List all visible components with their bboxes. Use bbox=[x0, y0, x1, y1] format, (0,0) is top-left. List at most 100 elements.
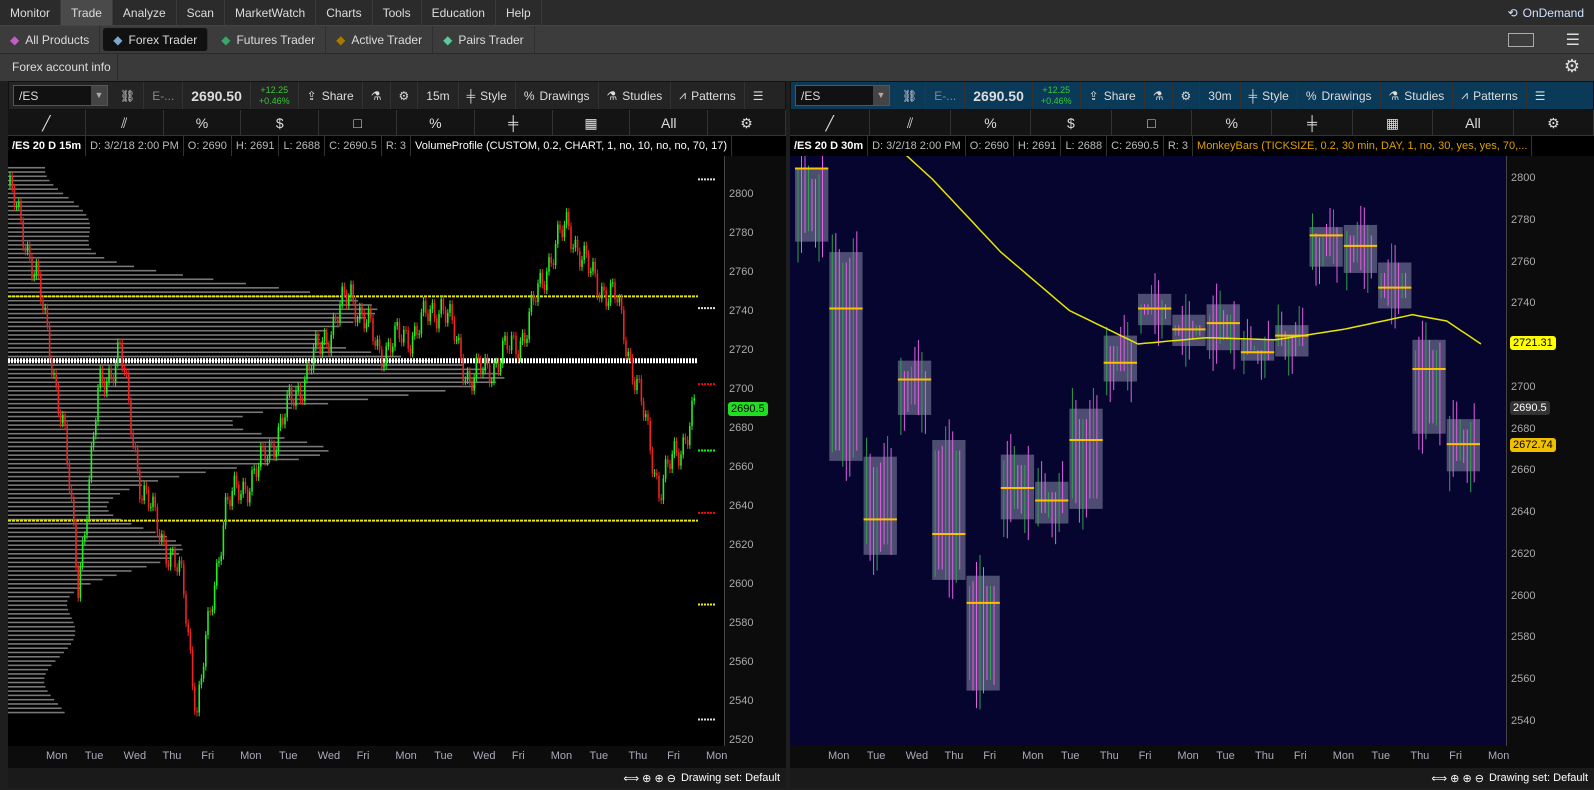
symbol-description: E-... bbox=[926, 82, 966, 109]
price-axis[interactable]: 2800278027602740272027002680266026402620… bbox=[1506, 156, 1594, 746]
candle bbox=[295, 390, 297, 406]
menu-help[interactable]: Help bbox=[496, 0, 542, 25]
link-icon[interactable]: ⛓ bbox=[894, 82, 927, 109]
candle bbox=[664, 459, 667, 479]
menu-marketwatch[interactable]: MarketWatch bbox=[225, 0, 317, 25]
volume-profile-bar bbox=[8, 707, 62, 710]
grid-tool-icon[interactable]: ▦ bbox=[553, 110, 631, 135]
candle-tool-icon[interactable]: ╪ bbox=[475, 110, 553, 135]
gear-icon[interactable]: ⚙ bbox=[1564, 56, 1580, 77]
candle bbox=[11, 175, 13, 189]
volume-profile-bar bbox=[8, 553, 180, 555]
volume-profile-bar bbox=[8, 226, 91, 229]
tab-forex-trader[interactable]: ◆ Forex Trader bbox=[103, 28, 209, 51]
candle bbox=[191, 650, 194, 687]
tab-all-products[interactable]: ◆ All Products bbox=[0, 26, 101, 53]
dropdown-icon[interactable]: ▼ bbox=[91, 86, 107, 105]
price-level-tool-icon[interactable]: $ bbox=[241, 110, 320, 135]
volume-profile-bar bbox=[8, 673, 46, 675]
x-tick: Mon bbox=[1332, 750, 1355, 762]
candle bbox=[323, 332, 326, 341]
zoom-icons[interactable]: ⟺ ⊕ ⊕ ⊖ bbox=[623, 772, 676, 785]
tab-pairs-trader[interactable]: ◆ Pairs Trader bbox=[433, 26, 535, 53]
fibonacci-tool-icon[interactable]: % bbox=[951, 110, 1032, 135]
tab-forex-account-info[interactable]: Forex account info bbox=[0, 54, 118, 81]
volume-profile-bar bbox=[8, 668, 49, 671]
studies-button[interactable]: ⚗ Studies bbox=[1381, 82, 1454, 109]
layout-icon[interactable] bbox=[1508, 33, 1534, 47]
x-tick: Tue bbox=[1371, 750, 1391, 762]
candle bbox=[385, 346, 387, 366]
menu-charts[interactable]: Charts bbox=[316, 0, 373, 25]
menu-icon[interactable]: ☰ bbox=[745, 82, 772, 109]
menu-analyze[interactable]: Analyze bbox=[113, 0, 177, 25]
candle bbox=[205, 635, 207, 667]
dropdown-icon[interactable]: ▼ bbox=[873, 86, 889, 105]
menu-scan[interactable]: Scan bbox=[177, 0, 225, 25]
tab-active-trader[interactable]: ◆ Active Trader bbox=[326, 26, 434, 53]
flask-icon[interactable]: ⚗ bbox=[363, 82, 391, 109]
rectangle-tool-icon[interactable]: □ bbox=[1112, 110, 1193, 135]
gear-icon[interactable]: ⚙ bbox=[391, 82, 419, 109]
symbol-input[interactable]: /ES ▼ bbox=[13, 85, 108, 106]
drawing-set-label[interactable]: Drawing set: Default bbox=[681, 772, 780, 784]
gear-tool-icon[interactable]: ⚙ bbox=[708, 110, 786, 135]
line-tool-icon[interactable]: ╱ bbox=[8, 110, 86, 135]
share-button[interactable]: ⇪ Share bbox=[1081, 82, 1145, 109]
y-tick: 2700 bbox=[1511, 380, 1536, 393]
all-tool-icon[interactable]: All bbox=[1433, 110, 1514, 135]
percent-tool-icon[interactable]: % bbox=[1192, 110, 1273, 135]
drawing-set-label[interactable]: Drawing set: Default bbox=[1489, 772, 1588, 784]
patterns-button[interactable]: ⩘ Patterns bbox=[671, 82, 745, 109]
timeframe-button[interactable]: 15m bbox=[418, 82, 459, 109]
candle bbox=[211, 609, 214, 612]
symbol-input[interactable]: /ES ▼ bbox=[795, 85, 890, 106]
volume-profile-bar bbox=[8, 287, 279, 289]
fibonacci-tool-icon[interactable]: % bbox=[164, 110, 242, 135]
gear-icon[interactable]: ⚙ bbox=[1173, 82, 1201, 109]
chart-area[interactable]: 2800278027602740272027002680266026402620… bbox=[8, 156, 786, 746]
flask-icon[interactable]: ⚗ bbox=[1145, 82, 1173, 109]
menu-trade[interactable]: Trade bbox=[61, 0, 113, 25]
info-r: R: 3 bbox=[1164, 136, 1194, 156]
gear-tool-icon[interactable]: ⚙ bbox=[1514, 110, 1594, 135]
candle bbox=[449, 304, 451, 313]
ondemand-button[interactable]: ⟲ OnDemand bbox=[1508, 0, 1584, 26]
parallel-lines-tool-icon[interactable]: ⫽ bbox=[870, 110, 951, 135]
menu-icon[interactable]: ☰ bbox=[1527, 82, 1554, 109]
candle bbox=[678, 452, 680, 466]
studies-button[interactable]: ⚗ Studies bbox=[599, 82, 672, 109]
zoom-icons[interactable]: ⟺ ⊕ ⊕ ⊖ bbox=[1431, 772, 1484, 785]
candle bbox=[53, 373, 55, 375]
candle bbox=[352, 284, 354, 302]
drawings-button[interactable]: % Drawings bbox=[1298, 82, 1381, 109]
style-button[interactable]: ╪ Style bbox=[459, 82, 516, 109]
tab-futures-trader[interactable]: ◆ Futures Trader bbox=[211, 26, 327, 53]
percent-tool-icon[interactable]: % bbox=[397, 110, 475, 135]
volume-profile-bar bbox=[8, 299, 359, 302]
parallel-lines-tool-icon[interactable]: ⫽ bbox=[86, 110, 164, 135]
timeframe-button[interactable]: 30m bbox=[1200, 82, 1241, 109]
menu-education[interactable]: Education bbox=[422, 0, 496, 25]
patterns-button[interactable]: ⩘ Patterns bbox=[1453, 82, 1527, 109]
price-axis[interactable]: 2800278027602740272027002680266026402620… bbox=[724, 156, 786, 746]
link-icon[interactable]: ⛓ bbox=[112, 82, 145, 109]
all-tool-icon[interactable]: All bbox=[630, 110, 709, 135]
menu-monitor[interactable]: Monitor bbox=[0, 0, 62, 25]
candle bbox=[398, 322, 401, 339]
line-tool-icon[interactable]: ╱ bbox=[790, 110, 871, 135]
style-button[interactable]: ╪ Style bbox=[1241, 82, 1298, 109]
price-level-tool-icon[interactable]: $ bbox=[1031, 110, 1112, 135]
list-icon[interactable]: ☰ bbox=[1566, 30, 1580, 50]
grid-tool-icon[interactable]: ▦ bbox=[1353, 110, 1434, 135]
candle bbox=[609, 283, 612, 303]
share-button[interactable]: ⇪ Share bbox=[299, 82, 363, 109]
menu-tools[interactable]: Tools bbox=[373, 0, 422, 25]
drawings-button[interactable]: % Drawings bbox=[516, 82, 599, 109]
candle bbox=[420, 312, 423, 334]
volume-profile-bar bbox=[8, 561, 161, 564]
candle-tool-icon[interactable]: ╪ bbox=[1272, 110, 1353, 135]
chart-area[interactable]: 2800278027602740272027002680266026402620… bbox=[790, 156, 1594, 746]
candle bbox=[147, 490, 150, 508]
rectangle-tool-icon[interactable]: □ bbox=[319, 110, 397, 135]
